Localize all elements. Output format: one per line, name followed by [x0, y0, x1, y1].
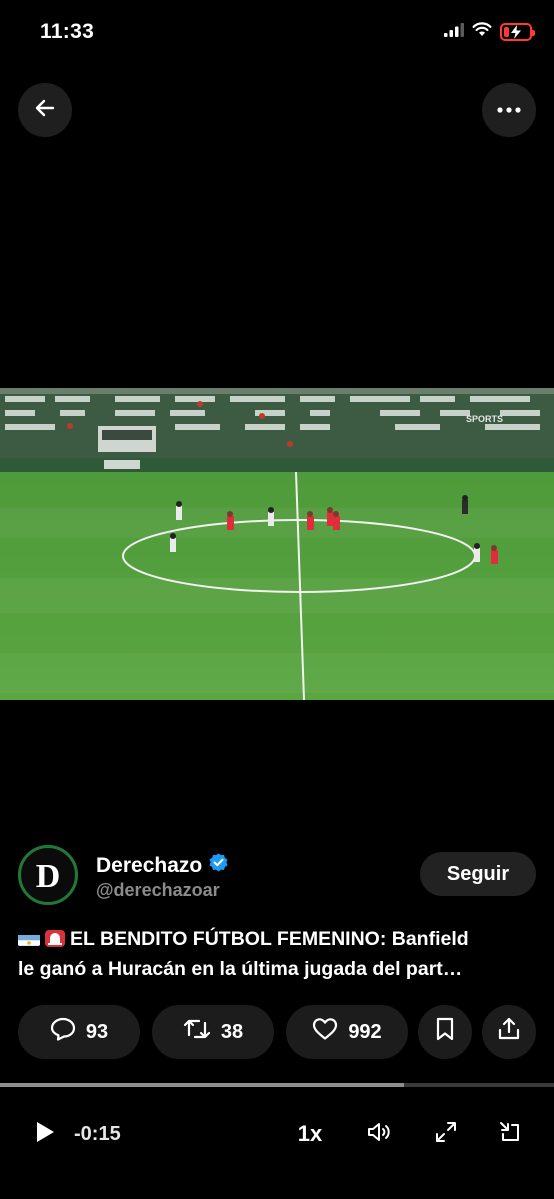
heart-icon	[312, 1017, 338, 1047]
volume-button[interactable]	[362, 1110, 398, 1158]
author-name: Derechazo	[96, 853, 203, 877]
broadcaster-watermark: SPORTS	[466, 414, 503, 424]
time-remaining: -0:15	[74, 1122, 121, 1145]
back-button[interactable]	[18, 83, 72, 137]
status-bar: 11:33	[0, 0, 554, 66]
video-frame-football-match: SPORTS	[0, 388, 554, 700]
fullscreen-button[interactable]	[428, 1110, 464, 1158]
follow-button[interactable]: Seguir	[420, 852, 536, 896]
repost-count: 38	[220, 1020, 244, 1043]
author-handle[interactable]: @derechazoar	[96, 880, 220, 901]
status-icons	[444, 22, 535, 42]
tweet-actions: 93 38 992	[18, 1005, 536, 1059]
argentina-flag-icon	[18, 930, 40, 946]
avatar-letter: D	[36, 858, 61, 895]
share-icon	[497, 1017, 521, 1047]
reply-button[interactable]: 93	[18, 1005, 140, 1059]
video-progress-bar[interactable]	[0, 1083, 554, 1087]
play-button[interactable]	[28, 1110, 62, 1158]
minimize-icon	[498, 1120, 522, 1149]
arrow-left-icon	[33, 96, 57, 125]
avatar[interactable]: D	[18, 845, 78, 905]
more-options-button[interactable]	[482, 83, 536, 137]
tweet-text-line-2: le ganó a Huracán en la última jugada de…	[18, 958, 463, 980]
repost-button[interactable]: 38	[152, 1005, 274, 1059]
tweet-text[interactable]: EL BENDITO FÚTBOL FEMENINO: Banfield le …	[18, 924, 538, 984]
status-time: 11:33	[40, 20, 95, 43]
video-player[interactable]: SPORTS	[0, 388, 554, 700]
player-controls: -0:15 1x	[0, 1110, 554, 1158]
tweet-line-1: EL BENDITO FÚTBOL FEMENINO: Banfield	[18, 924, 538, 954]
playback-speed-button[interactable]: 1x	[290, 1110, 330, 1158]
more-horizontal-icon	[496, 101, 522, 119]
reply-count: 93	[85, 1020, 109, 1043]
battery-charging-icon	[500, 23, 535, 41]
tweet-text-line-1: EL BENDITO FÚTBOL FEMENINO: Banfield	[70, 928, 469, 950]
siren-icon	[44, 927, 66, 947]
bookmark-icon	[435, 1017, 455, 1047]
cellular-signal-icon	[444, 22, 464, 42]
like-count: 992	[348, 1020, 382, 1043]
wifi-icon	[472, 22, 492, 42]
fullscreen-icon	[434, 1120, 458, 1149]
play-icon	[34, 1120, 56, 1149]
minimize-button[interactable]	[492, 1110, 528, 1158]
video-progress-fill	[0, 1083, 405, 1087]
volume-icon	[366, 1120, 394, 1149]
repost-icon	[183, 1017, 211, 1047]
author-row: D Derechazo @derechazoar Seguir	[18, 845, 536, 907]
verified-badge-icon	[208, 852, 229, 879]
reply-icon	[50, 1017, 76, 1047]
author-name-row[interactable]: Derechazo	[96, 852, 229, 879]
bookmark-button[interactable]	[418, 1005, 472, 1059]
like-button[interactable]: 992	[286, 1005, 408, 1059]
share-button[interactable]	[482, 1005, 536, 1059]
